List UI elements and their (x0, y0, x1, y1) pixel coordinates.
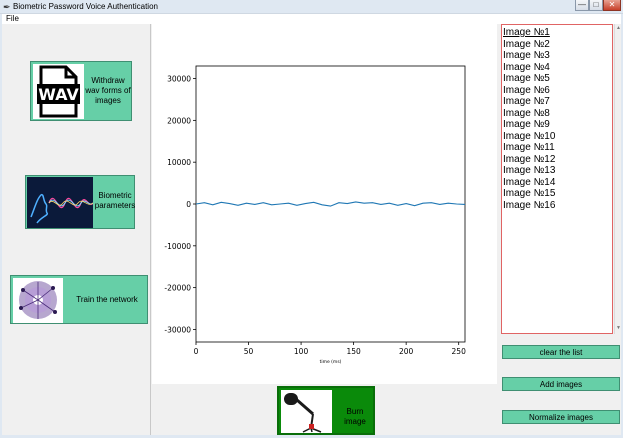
y-tick-label: 30000 (167, 75, 191, 84)
title-bar: ✒ Biometric Password Voice Authenticatio… (0, 0, 623, 14)
window-title: Biometric Password Voice Authentication (13, 2, 158, 11)
neural-network-icon (13, 278, 63, 323)
list-item[interactable]: Image №14 (503, 177, 555, 188)
clear-list-button[interactable]: clear the list (502, 345, 620, 359)
axes-frame (195, 65, 466, 343)
list-item[interactable]: Image №8 (503, 108, 550, 119)
x-tick-label: 100 (294, 347, 309, 356)
list-item[interactable]: Image №15 (503, 188, 555, 199)
y-tick-label: 0 (186, 200, 191, 209)
list-item[interactable]: Image №10 (503, 131, 555, 142)
list-item[interactable]: Image №16 (503, 200, 555, 211)
list-item[interactable]: Image №9 (503, 119, 550, 130)
svg-text:WAV: WAV (38, 85, 79, 104)
waveform-chart: -30000 -20000 -10000 0 10000 20000 30000 0 50 100… (164, 65, 467, 365)
list-item[interactable]: Image №6 (503, 85, 550, 96)
y-tick-label: 10000 (167, 158, 191, 167)
list-item[interactable]: Image №5 (503, 73, 550, 84)
list-item[interactable]: Image №7 (503, 96, 550, 107)
list-item[interactable]: Image №2 (503, 39, 550, 50)
feather-icon: ✒ (3, 2, 11, 12)
maximize-button[interactable]: □ (589, 0, 603, 11)
y-tick-label: -10000 (164, 242, 191, 251)
biometric-parameters-label: Biometric parameters (94, 191, 136, 210)
minimize-button[interactable]: — (575, 0, 589, 11)
list-item[interactable]: Image №4 (503, 62, 550, 73)
y-tick-label: -20000 (164, 284, 191, 293)
withdraw-wav-label: Withdraw wav forms of images (85, 76, 131, 105)
window-frame-left (0, 14, 2, 438)
train-network-button[interactable]: Train the network (10, 275, 148, 324)
x-axis-label: time (ms) (320, 359, 342, 365)
list-scrollbar[interactable]: ▲ ▼ (614, 24, 621, 334)
list-item[interactable]: Image №11 (503, 142, 555, 153)
add-images-button[interactable]: Add images (502, 377, 620, 391)
scroll-down-icon[interactable]: ▼ (616, 325, 621, 331)
x-tick-label: 50 (244, 347, 254, 356)
x-tick-label: 0 (194, 347, 199, 356)
train-network-label: Train the network (76, 295, 138, 304)
list-item[interactable]: Image №13 (503, 165, 555, 176)
list-item[interactable]: Image №3 (503, 50, 550, 61)
x-tick-label: 250 (452, 347, 467, 356)
left-panel: WAV Withdraw wav forms of images Biometr… (3, 24, 151, 435)
menu-bar: File (0, 14, 623, 24)
waveform-plot: -30000 -20000 -10000 0 10000 20000 30000 0 50 100… (152, 24, 497, 384)
y-tick-label: 20000 (167, 116, 191, 125)
x-tick-label: 150 (346, 347, 361, 356)
y-tick-label: -30000 (164, 325, 191, 334)
close-button[interactable]: ✕ (603, 0, 621, 11)
wav-file-icon: WAV (33, 64, 84, 119)
biometric-parameters-button[interactable]: Biometric parameters (25, 175, 135, 229)
list-item[interactable]: Image №12 (503, 154, 555, 165)
x-tick-label: 200 (399, 347, 414, 356)
list-item[interactable]: Image №1 (503, 27, 550, 38)
menu-file[interactable]: File (6, 14, 19, 24)
image-list[interactable]: Image №1 Image №2 Image №3 Image №4 Image №5… (501, 24, 613, 334)
scroll-up-icon[interactable]: ▲ (616, 25, 621, 31)
normalize-images-button[interactable]: Normalize images (502, 410, 620, 424)
withdraw-wav-button[interactable]: WAV Withdraw wav forms of images (30, 61, 132, 121)
burn-image-label: Burn image (344, 407, 366, 426)
burn-image-button[interactable]: Burn image (277, 386, 375, 435)
series-line (195, 201, 466, 207)
microphone-icon (281, 390, 332, 433)
voice-wave-icon (27, 177, 93, 228)
